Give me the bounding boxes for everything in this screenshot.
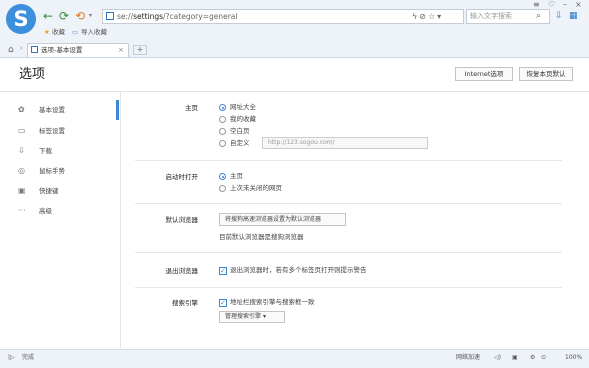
settings-icon[interactable]: ⚙ (530, 353, 535, 363)
homepage-radio-1[interactable] (219, 116, 226, 123)
address-tools[interactable]: ϟ⊘☆▾ (412, 10, 443, 23)
new-tab-button[interactable]: + (133, 45, 147, 55)
homepage-option-0[interactable]: 网址大全 (230, 102, 256, 112)
search-input[interactable]: 输入文字搜索 (470, 10, 512, 23)
bookmark-favorites[interactable]: 收藏 (52, 27, 65, 37)
homepage-radio-0[interactable] (219, 104, 226, 111)
page-icon (106, 12, 114, 20)
manage-search-dropdown[interactable]: 管理搜索引擎 ▾ (219, 311, 285, 323)
minimize-icon[interactable]: – (563, 0, 567, 9)
sidebar-toggle-icon[interactable]: |▷ (8, 353, 15, 363)
download-icon: ⇩ (18, 146, 25, 155)
homepage-option-3[interactable]: 自定义 (230, 138, 250, 148)
menu-icon[interactable]: ≡ (533, 0, 540, 9)
keyboard-icon: ▣ (18, 186, 26, 195)
logo-icon: S (13, 7, 29, 31)
more-icon: ··· (18, 206, 26, 215)
section-divider (135, 252, 562, 253)
tab-close-icon[interactable]: × (118, 44, 124, 56)
section-divider (135, 160, 562, 161)
bookmark-import[interactable]: 导入收藏 (81, 27, 107, 37)
startup-radio-0[interactable] (219, 173, 226, 180)
sidebar-item-advanced[interactable]: 高级 (39, 205, 52, 217)
set-default-browser-button[interactable]: 将搜狗高速浏览器设置为默认浏览器 (219, 213, 346, 226)
chevron-down-icon: ▾ (262, 313, 266, 320)
home-icon[interactable]: ⌂ (8, 44, 14, 56)
refresh-icon[interactable]: ⟳ (59, 9, 69, 23)
gear-icon: ✿ (18, 105, 25, 114)
startup-option-0[interactable]: 主页 (230, 171, 243, 181)
startup-option-1[interactable]: 上次未关闭的网页 (230, 183, 282, 193)
sidebar-item-download[interactable]: 下载 (39, 145, 52, 157)
download-icon[interactable]: ⇩ (555, 10, 563, 23)
tab-page-icon (31, 46, 38, 53)
mouse-icon: ◎ (18, 166, 25, 175)
homepage-radio-3[interactable] (219, 140, 226, 147)
zoom-icon[interactable]: ⊙ (541, 353, 546, 363)
homepage-radio-2[interactable] (219, 128, 226, 135)
close-warning-text[interactable]: 退出浏览器时，若有多个标签页打开则提示警告 (230, 265, 367, 275)
undo-icon[interactable]: ⟲ (75, 9, 85, 23)
sidebar-item-shortcuts[interactable]: 快捷键 (39, 185, 59, 197)
star-icon: ★ (44, 28, 50, 36)
homepage-label: 主页 (185, 104, 198, 112)
sidebar-item-general[interactable]: 基本设置 (39, 104, 65, 116)
skin-icon[interactable]: ♡ (548, 0, 555, 9)
tab-icon: ▭ (18, 126, 26, 135)
section-divider (135, 203, 562, 204)
search-engine-label: 搜索引擎 (172, 299, 198, 307)
folder-icon: ▭ (72, 28, 79, 36)
sidebar-item-tabs[interactable]: 标签设置 (39, 125, 65, 137)
tab-title: 选项-基本设置 (41, 46, 83, 54)
custom-homepage-input[interactable]: http://123.sogou.com/ (262, 137, 428, 149)
default-browser-note: 目前默认浏览器是搜狗浏览器 (219, 233, 304, 241)
search-sync-checkbox[interactable]: ✓ (219, 299, 227, 307)
section-divider (135, 287, 562, 288)
startup-radio-1[interactable] (219, 185, 226, 192)
address-text[interactable]: se://settings/?category=general (117, 10, 237, 23)
homepage-option-2[interactable]: 空白页 (230, 126, 250, 136)
chevron-right-icon[interactable]: › (20, 44, 23, 52)
volume-icon[interactable]: ◁) (494, 353, 501, 363)
sidebar-item-gestures[interactable]: 鼠标手势 (39, 165, 65, 177)
close-browser-label: 退出浏览器 (165, 267, 199, 275)
startup-label: 启动时打开 (165, 173, 199, 181)
network-accel[interactable]: 网络加速 (456, 353, 480, 363)
status-text: 完成 (22, 354, 35, 361)
chevron-down-icon[interactable]: ▾ (89, 12, 92, 19)
close-warning-checkbox[interactable]: ✓ (219, 267, 227, 275)
zoom-level[interactable]: 100% (565, 353, 582, 363)
close-window-icon[interactable]: × (575, 0, 582, 9)
search-icon[interactable]: ⌕ (536, 10, 541, 23)
default-browser-label: 默认浏览器 (165, 216, 199, 224)
back-icon[interactable]: ← (43, 9, 53, 23)
homepage-option-1[interactable]: 我的收藏 (230, 114, 256, 124)
page-title: 选项 (19, 67, 46, 82)
screenshot-icon[interactable]: ▣ (512, 353, 518, 363)
internet-options-button[interactable]: Internet选项 (455, 67, 513, 81)
grid-icon[interactable]: ▦ (569, 10, 578, 23)
restore-defaults-button[interactable]: 恢复本页默认 (519, 67, 573, 81)
search-sync-text[interactable]: 地址栏搜索引擎与搜索框一致 (230, 297, 315, 307)
